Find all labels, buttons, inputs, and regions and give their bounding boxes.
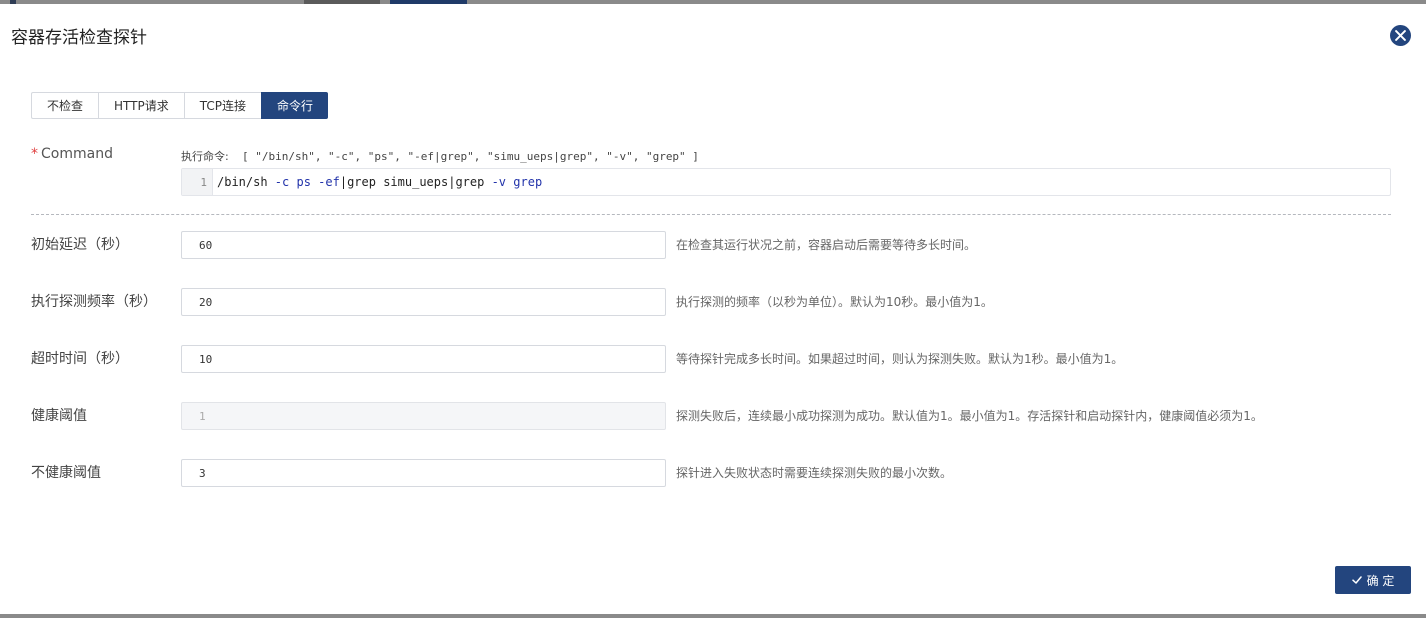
command-label-text: Command [41, 146, 113, 162]
background-overlay-bottom [0, 614, 1426, 618]
probe-period-label: 执行探测频率（秒） [31, 294, 157, 310]
tab-no-check[interactable]: 不检查 [31, 92, 99, 119]
failure-threshold-input[interactable] [181, 459, 666, 487]
code-line[interactable]: /bin/sh -c ps -ef|grep simu_ueps|grep -v… [213, 175, 542, 189]
liveness-probe-dialog: 容器存活检查探针 不检查 HTTP请求 TCP连接 命令行 * Command 执… [0, 4, 1426, 614]
initial-delay-input[interactable] [181, 231, 666, 259]
confirm-button-label: 确 定 [1366, 573, 1395, 588]
line-number: 1 [182, 169, 213, 195]
failure-threshold-label: 不健康阈值 [31, 465, 101, 481]
code-token: /bin/sh [217, 175, 275, 189]
failure-threshold-desc: 探针进入失败状态时需要连续探测失败的最小次数。 [676, 466, 953, 480]
section-divider [31, 214, 1391, 215]
timeout-label: 超时时间（秒） [31, 351, 129, 367]
command-hint: 执行命令: [ "/bin/sh", "-c", "ps", "-ef|grep… [181, 148, 699, 164]
code-token: |grep simu_ueps|grep [339, 175, 492, 189]
tab-command-line[interactable]: 命令行 [260, 92, 328, 119]
close-button[interactable] [1390, 25, 1411, 46]
timeout-desc: 等待探针完成多长时间。如果超过时间，则认为探测失败。默认为1秒。最小值为1。 [676, 352, 1124, 366]
timeout-input[interactable] [181, 345, 666, 373]
code-token: grep [513, 175, 543, 189]
success-threshold-desc: 探测失败后，连续最小成功探测为成功。默认值为1。最小值为1。存活探针和启动探针内… [676, 409, 1263, 423]
command-editor[interactable]: 1 /bin/sh -c ps -ef|grep simu_ueps|grep … [181, 168, 1391, 196]
probe-period-desc: 执行探测的频率（以秒为单位）。默认为10秒。最小值为1。 [676, 295, 993, 309]
command-hint-label: 执行命令: [181, 150, 229, 163]
code-token: -c [274, 175, 290, 189]
close-icon [1395, 30, 1406, 41]
code-token: -v [491, 175, 507, 189]
initial-delay-desc: 在检查其运行状况之前，容器启动后需要等待多长时间。 [676, 238, 977, 252]
tab-http-request[interactable]: HTTP请求 [98, 92, 184, 119]
command-hint-value: [ "/bin/sh", "-c", "ps", "-ef|grep", "si… [241, 150, 699, 163]
dialog-title: 容器存活检查探针 [11, 28, 147, 48]
success-threshold-label: 健康阈值 [31, 408, 87, 424]
tab-tcp-connection[interactable]: TCP连接 [183, 92, 261, 119]
initial-delay-label: 初始延迟（秒） [31, 237, 129, 253]
probe-type-tabs: 不检查 HTTP请求 TCP连接 命令行 [31, 92, 328, 119]
code-token: ps [296, 175, 311, 189]
command-label: * Command [31, 146, 113, 162]
check-icon [1351, 576, 1362, 584]
code-token: -ef [318, 175, 340, 189]
required-mark: * [31, 146, 38, 162]
success-threshold-input [181, 402, 666, 430]
confirm-button[interactable]: 确 定 [1335, 566, 1411, 594]
probe-period-input[interactable] [181, 288, 666, 316]
